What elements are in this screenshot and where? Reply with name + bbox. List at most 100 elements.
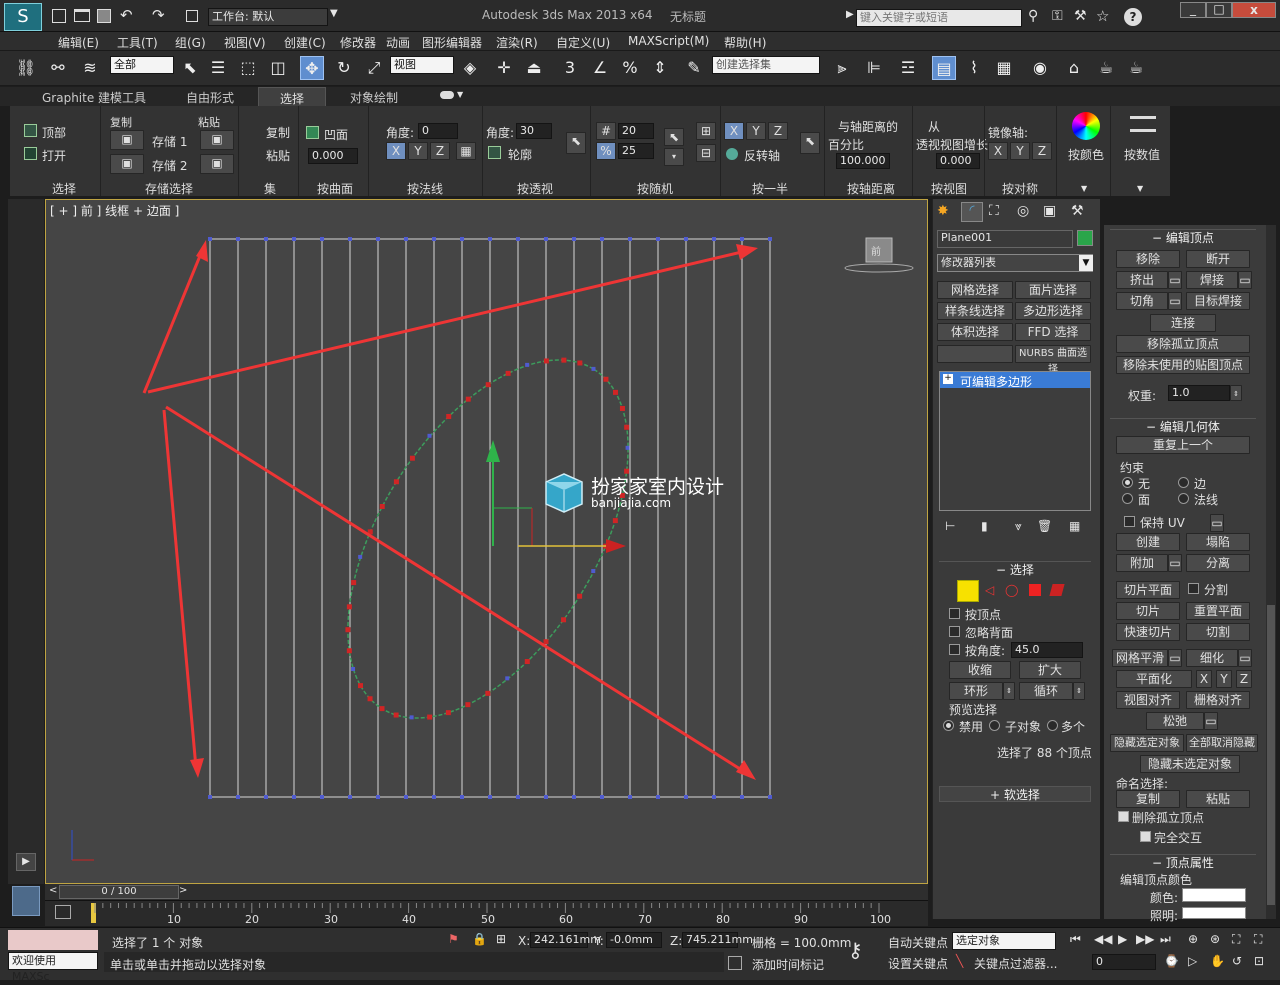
selection-filter-dropdown[interactable]: 全部 — [110, 56, 174, 74]
angle-snap-icon[interactable]: ∠ — [588, 56, 612, 80]
time-config-icon[interactable]: ⌚ — [1164, 954, 1179, 968]
pan-icon[interactable]: ✋ — [1210, 954, 1225, 968]
tools-icon[interactable]: ⚒ — [1074, 8, 1087, 24]
selected-vertex[interactable] — [427, 433, 432, 438]
vertex-mode-icon[interactable] — [957, 580, 979, 602]
menu-animation[interactable]: 动画 — [386, 34, 410, 51]
chevron-down-icon[interactable]: ▼ — [330, 8, 338, 19]
mesh-vertex[interactable] — [432, 795, 436, 799]
ring-button[interactable]: 环形 — [949, 682, 1003, 700]
mesh-vertex[interactable] — [292, 795, 296, 799]
selected-vertex[interactable] — [577, 593, 583, 599]
expand-plus-icon[interactable]: + — [943, 374, 953, 384]
persp-angle-input[interactable]: 30 — [516, 123, 552, 139]
isolate-icon[interactable]: ⚑ — [448, 932, 459, 946]
hide-selected-button[interactable]: 隐藏选定对象 — [1110, 734, 1184, 752]
loop-spinner[interactable]: ⇕ — [1073, 682, 1085, 700]
preview-multi-radio[interactable] — [1047, 720, 1058, 731]
configure-sets-icon[interactable]: ▦ — [1069, 519, 1080, 533]
chevron-right-icon[interactable]: ▶ — [846, 9, 854, 20]
random-percent-input[interactable]: 25 — [618, 143, 654, 159]
ring-spinner[interactable]: ⇕ — [1003, 682, 1015, 700]
selected-vertex[interactable] — [619, 405, 625, 411]
selected-vertex[interactable] — [446, 413, 452, 419]
menu-create[interactable]: 创建(C) — [284, 34, 326, 51]
vertex-color-swatch[interactable] — [1182, 888, 1246, 902]
unhide-all-button[interactable]: 全部取消隐藏 — [1186, 734, 1258, 752]
selected-vertex[interactable] — [485, 690, 491, 696]
workspace-dropdown[interactable]: 工作台: 默认 — [208, 8, 328, 26]
random-pick-button[interactable]: ⬉ — [664, 128, 684, 146]
planarize-button[interactable]: 平面化 — [1116, 670, 1192, 688]
extrude-button[interactable]: 挤出 — [1116, 271, 1168, 289]
random-more-button[interactable]: ▾ — [664, 148, 684, 166]
zoom-all-icon[interactable]: ⊛ — [1210, 932, 1220, 946]
menu-views[interactable]: 视图(V) — [224, 34, 266, 51]
utilities-tab-icon[interactable]: ⚒ — [1071, 203, 1084, 219]
menu-modifiers[interactable]: 修改器 — [340, 34, 376, 51]
selected-vertex[interactable] — [525, 362, 530, 367]
selected-vertex[interactable] — [379, 503, 385, 509]
invert-axis-icon[interactable] — [726, 148, 738, 160]
mesh-vertex[interactable] — [376, 795, 380, 799]
modifier-stack[interactable]: + 可编辑多边形 — [939, 371, 1091, 511]
pivot-value-input[interactable]: 100.000 — [836, 153, 890, 169]
key-selection-dropdown[interactable]: 选定对象 — [952, 932, 1056, 950]
edge-mode-icon[interactable]: ◁ — [985, 583, 994, 597]
mesh-vertex[interactable] — [432, 237, 436, 241]
mesh-vertex[interactable] — [264, 795, 268, 799]
set-copy-button[interactable]: 复制 — [266, 124, 290, 141]
mesh-vertex[interactable] — [516, 795, 520, 799]
mesh-vertex[interactable] — [712, 237, 716, 241]
selected-vertex[interactable] — [612, 389, 618, 395]
hierarchy-tab-icon[interactable]: ⛶ — [989, 203, 999, 219]
random-percent-button[interactable]: % — [596, 142, 616, 160]
graphite-toggle-icon[interactable]: ▤ — [932, 56, 956, 80]
set-paste-button[interactable]: 粘贴 — [266, 147, 290, 164]
selected-vertex[interactable] — [591, 366, 596, 371]
selected-vertex[interactable] — [351, 580, 357, 586]
mesh-vertex[interactable] — [404, 237, 408, 241]
mesh-vertex[interactable] — [544, 795, 548, 799]
selected-vertex[interactable] — [346, 648, 352, 654]
tab-selection[interactable]: 选择 — [258, 87, 326, 106]
concave-button[interactable]: 凹面 — [324, 126, 348, 143]
by-angle-checkbox[interactable] — [949, 644, 960, 655]
meshsmooth-settings-button[interactable]: ▭ — [1168, 649, 1182, 667]
shrink-button[interactable]: 收缩 — [949, 661, 1011, 679]
full-interact-checkbox[interactable] — [1140, 831, 1151, 842]
tab-freeform[interactable]: 自由形式 — [186, 89, 234, 106]
rollout-scrollbar[interactable] — [1266, 225, 1276, 919]
star-icon[interactable]: ☆ — [1096, 7, 1109, 25]
mesh-vertex[interactable] — [600, 237, 604, 241]
zoom-extents-all-icon[interactable]: ⛶ — [1254, 932, 1262, 947]
group-by-normal[interactable]: 按法线 — [390, 180, 460, 197]
tessellate-button[interactable]: 细化 — [1186, 649, 1238, 667]
selected-vertex[interactable] — [367, 696, 373, 702]
select-by-name-icon[interactable]: ☰ — [206, 56, 230, 80]
spline-select-button[interactable]: 样条线选择 — [937, 302, 1013, 320]
mesh-vertex[interactable] — [516, 237, 520, 241]
stack-item-editable-poly[interactable]: + 可编辑多边形 — [940, 372, 1090, 389]
normal-angle-input[interactable]: 0 — [418, 123, 458, 139]
planarize-x-button[interactable]: X — [1196, 670, 1212, 688]
weight-input[interactable]: 1.0 — [1168, 385, 1230, 401]
by-color-button[interactable]: 按颜色 — [1068, 146, 1104, 163]
keep-uv-settings-button[interactable]: ▭ — [1210, 514, 1224, 532]
scale-icon[interactable]: ⤢ — [362, 56, 386, 80]
hold-icon[interactable] — [186, 10, 198, 22]
set-key-button[interactable]: 设置关键点 — [888, 955, 948, 972]
chamfer-settings-button[interactable]: ▭ — [1168, 292, 1182, 310]
unlink-icon[interactable]: ⚯ — [46, 56, 70, 80]
selected-vertex[interactable] — [625, 445, 630, 450]
remove-modifier-icon[interactable]: 🗑 — [1037, 519, 1052, 533]
binoculars-icon[interactable]: ⚲ — [1028, 8, 1038, 24]
outline-icon[interactable] — [488, 146, 501, 159]
group-by-symmetry[interactable]: 按对称 — [990, 180, 1050, 197]
z-coord-input[interactable]: 745.211mm — [682, 932, 753, 948]
selected-vertex[interactable] — [561, 617, 567, 623]
transform-mode-icon[interactable]: ⊞ — [496, 932, 506, 946]
selected-vertex[interactable] — [465, 702, 471, 708]
selected-vertex[interactable] — [612, 518, 618, 524]
mesh-vertex[interactable] — [712, 795, 716, 799]
